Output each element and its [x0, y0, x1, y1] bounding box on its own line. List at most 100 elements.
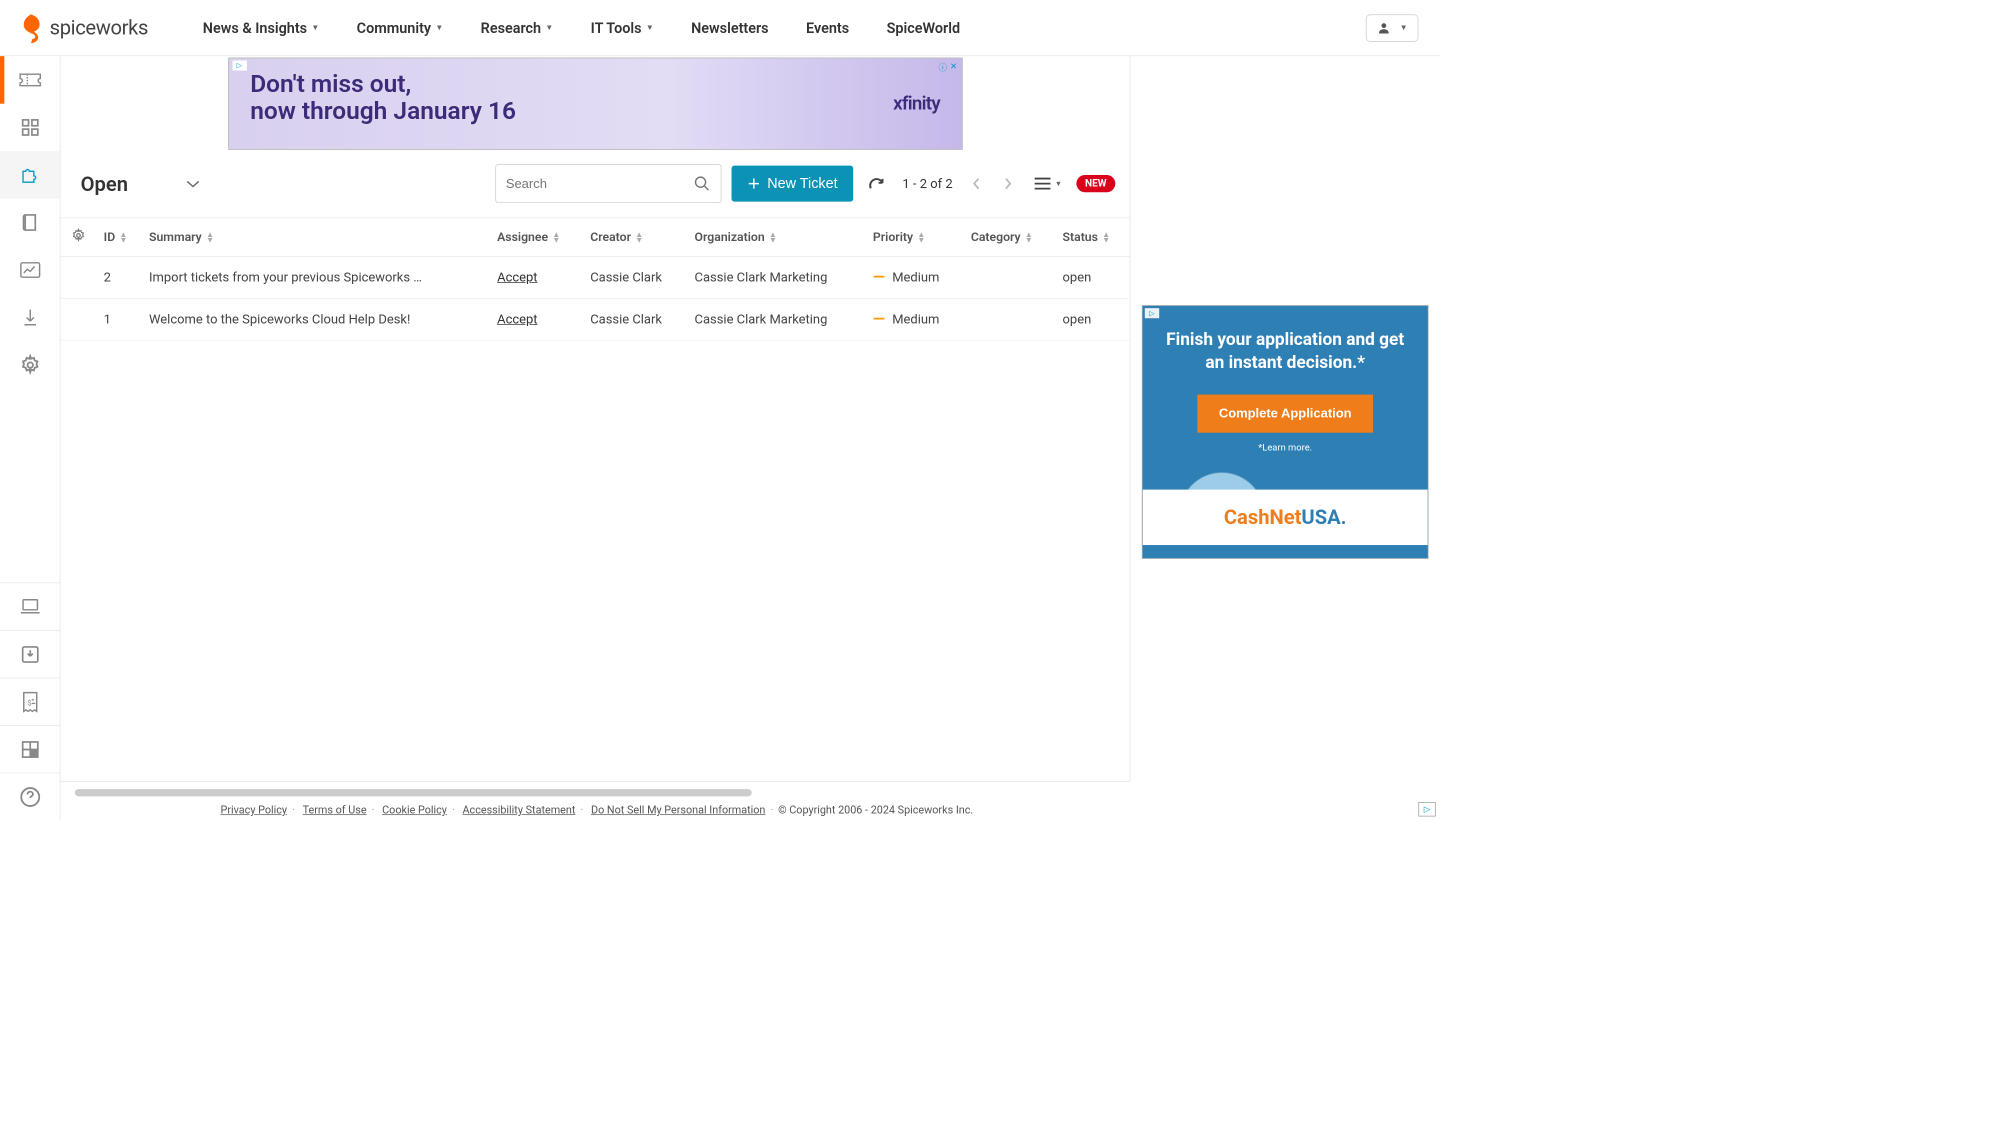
cell-category: [964, 257, 1056, 299]
search-icon: [693, 175, 710, 192]
filter-label: Open: [81, 172, 128, 196]
density-button[interactable]: ▼: [1029, 176, 1066, 190]
sort-icon: [917, 232, 924, 244]
col-organization[interactable]: Organization: [687, 218, 865, 257]
ad-close[interactable]: ⓘ✕: [938, 61, 957, 73]
content: ▷ ⓘ✕ Don't miss out, now through January…: [60, 56, 1130, 821]
sort-icon: [769, 232, 776, 244]
nav-spiceworld[interactable]: SpiceWorld: [868, 19, 979, 36]
sidebar-import[interactable]: [0, 631, 60, 679]
user-menu[interactable]: ▼: [1366, 14, 1418, 41]
col-creator[interactable]: Creator: [583, 218, 687, 257]
column-settings[interactable]: [60, 218, 96, 257]
sidebar-dashboard[interactable]: [0, 104, 60, 152]
cell-status: open: [1055, 257, 1129, 299]
chevron-down-icon: ▼: [1055, 180, 1062, 188]
active-indicator: [0, 56, 4, 104]
nav-newsletters[interactable]: Newsletters: [672, 19, 787, 36]
sort-icon: [635, 232, 642, 244]
logo[interactable]: spiceworks: [18, 13, 148, 43]
search-input[interactable]: [506, 176, 693, 191]
cell-category: [964, 298, 1056, 340]
invoice-icon: $: [21, 691, 40, 713]
sidebar-grid[interactable]: [0, 726, 60, 774]
horizontal-scrollbar[interactable]: [75, 789, 752, 796]
book-icon: [20, 212, 40, 232]
cell-priority: —Medium: [873, 269, 957, 287]
pager-prev[interactable]: [966, 171, 988, 197]
chevron-left-icon: [972, 177, 981, 190]
cell-id: 2: [96, 257, 141, 299]
chart-icon: [19, 261, 41, 278]
chevron-down-icon: [186, 179, 200, 189]
sidebar-reports[interactable]: [0, 246, 60, 294]
col-id[interactable]: ID: [96, 218, 141, 257]
cell-priority: —Medium: [873, 310, 957, 328]
chevron-down-icon: ▼: [646, 23, 654, 32]
grid-icon: [20, 739, 40, 759]
filter-dropdown[interactable]: Open: [81, 172, 200, 196]
sort-icon: [1102, 232, 1109, 244]
right-panel: ▷ Finish your application and get an ins…: [1130, 56, 1440, 821]
dashboard-icon: [20, 117, 40, 137]
sidebar-knowledge[interactable]: [0, 199, 60, 247]
gear-icon: [71, 228, 85, 242]
new-badge[interactable]: NEW: [1076, 175, 1115, 192]
pager-next[interactable]: [997, 171, 1019, 197]
ad-corner-icon[interactable]: ▷: [1418, 802, 1435, 816]
search-box[interactable]: [495, 164, 721, 203]
cell-creator: Cassie Clark: [583, 298, 687, 340]
banner-brand: xfinity: [893, 93, 940, 115]
refresh-button[interactable]: [864, 171, 890, 197]
footer-donotsell[interactable]: Do Not Sell My Personal Information: [591, 804, 765, 817]
ad-info-icon[interactable]: ▷: [1145, 308, 1159, 318]
banner-line2: now through January 16: [250, 98, 940, 125]
sidebar-invoice[interactable]: $: [0, 678, 60, 726]
footer-accessibility[interactable]: Accessibility Statement: [463, 804, 576, 817]
sidebar-help[interactable]: [0, 773, 60, 821]
table-row[interactable]: 2 Import tickets from your previous Spic…: [60, 257, 1129, 299]
sidebar-bottom: $: [0, 582, 60, 820]
col-summary[interactable]: Summary: [142, 218, 490, 257]
col-assignee[interactable]: Assignee: [490, 218, 583, 257]
sidebar-download[interactable]: [0, 294, 60, 342]
chevron-down-icon: ▼: [311, 23, 319, 32]
chevron-right-icon: [1004, 177, 1013, 190]
main: ▷ ⓘ✕ Don't miss out, now through January…: [60, 56, 1440, 821]
sidebar-settings[interactable]: [0, 341, 60, 389]
nav-research[interactable]: Research▼: [462, 19, 572, 36]
chevron-down-icon: ▼: [1400, 23, 1408, 32]
sidebar-tickets[interactable]: [0, 56, 60, 104]
download-icon: [21, 307, 38, 327]
nav-news-insights[interactable]: News & Insights▼: [184, 19, 338, 36]
new-ticket-button[interactable]: New Ticket: [731, 166, 853, 202]
sidebar-feature[interactable]: [0, 151, 60, 199]
table-row[interactable]: 1 Welcome to the Spiceworks Cloud Help D…: [60, 298, 1129, 340]
col-category[interactable]: Category: [964, 218, 1056, 257]
banner-line1: Don't miss out,: [250, 71, 940, 98]
accept-link[interactable]: Accept: [497, 270, 537, 285]
svg-text:$: $: [27, 698, 31, 707]
sidebar-laptop[interactable]: [0, 583, 60, 631]
footer-privacy[interactable]: Privacy Policy: [221, 804, 287, 817]
cell-organization: Cassie Clark Marketing: [687, 298, 865, 340]
nav-community[interactable]: Community▼: [338, 19, 462, 36]
footer-terms[interactable]: Terms of Use: [303, 804, 367, 817]
plus-icon: [747, 177, 760, 190]
nav-events[interactable]: Events: [787, 19, 868, 36]
chevron-down-icon: ▼: [435, 23, 443, 32]
user-icon: [1377, 21, 1391, 35]
puzzle-icon: [19, 164, 41, 186]
complete-application-button[interactable]: Complete Application: [1197, 394, 1373, 432]
right-ad[interactable]: ▷ Finish your application and get an ins…: [1142, 305, 1429, 558]
nav-it-tools[interactable]: IT Tools▼: [572, 19, 672, 36]
accept-link[interactable]: Accept: [497, 312, 537, 327]
col-status[interactable]: Status: [1055, 218, 1129, 257]
footer-cookie[interactable]: Cookie Policy: [382, 804, 447, 817]
ad-info-icon[interactable]: ▷: [232, 60, 246, 70]
ad-info-icon: ⓘ: [938, 61, 947, 73]
col-priority[interactable]: Priority: [866, 218, 964, 257]
banner-ad[interactable]: ▷ ⓘ✕ Don't miss out, now through January…: [228, 58, 962, 150]
cell-summary: Welcome to the Spiceworks Cloud Help Des…: [142, 298, 490, 340]
cell-summary: Import tickets from your previous Spicew…: [142, 257, 490, 299]
